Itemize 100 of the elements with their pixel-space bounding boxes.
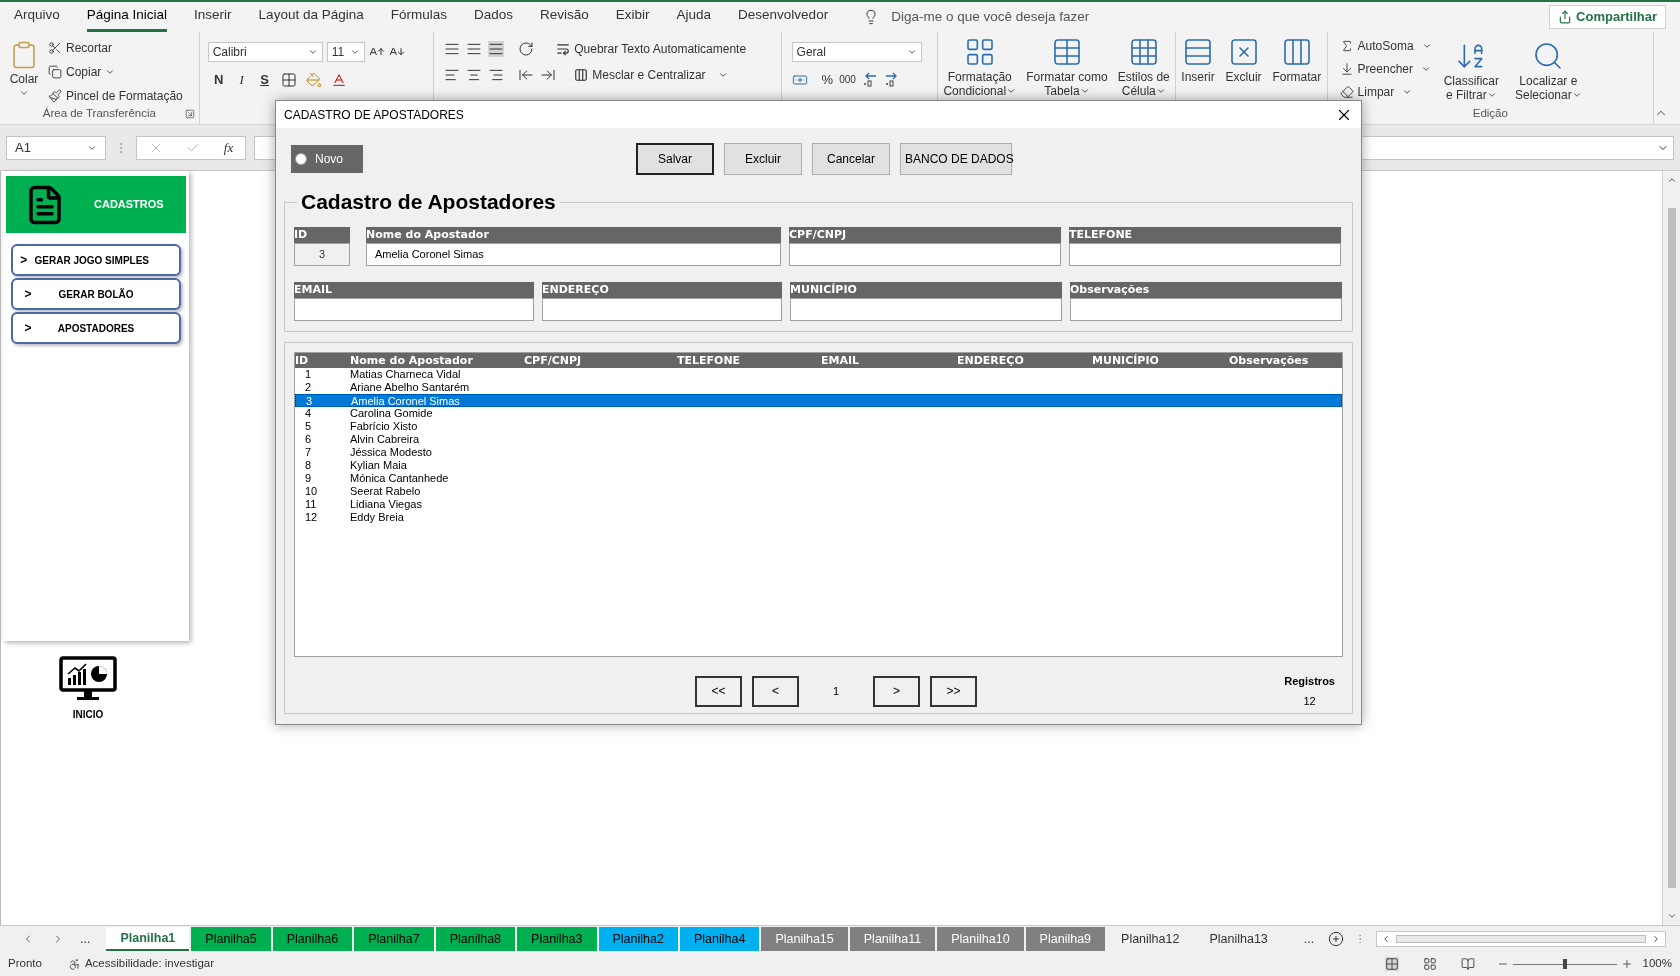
thousands-button[interactable]: 000 [839,72,856,88]
orientation-icon[interactable] [518,41,535,57]
wrap-text-button[interactable]: Quebrar Texto Automaticamente [556,40,747,58]
editing-action[interactable]: Limpar [1339,82,1432,102]
menu-tab[interactable]: Layout da Página [258,2,364,32]
sheet-tab[interactable]: Planilha12 [1107,927,1194,951]
increase-indent-icon[interactable] [540,67,557,83]
align-top-icon[interactable] [444,41,461,57]
increase-decimal-icon[interactable] [861,71,878,88]
styles-button[interactable]: Estilos de Célula [1113,32,1174,124]
menu-tab[interactable]: Exibir [615,2,650,32]
list-row[interactable]: 2 Ariane Abelho Santarém [295,381,1342,394]
more-sheets[interactable]: ... [80,929,91,949]
sheet-tab[interactable]: Planilha13 [1195,927,1282,951]
list-row[interactable]: 10 Seerat Rabelo [295,485,1342,498]
menu-tab[interactable]: Fórmulas [390,2,447,32]
sheet-tab[interactable]: Planilha7 [354,927,434,951]
sheet-tab[interactable]: Planilha15 [761,927,848,951]
sheet-tab[interactable]: Planilha3 [517,927,597,951]
align-right-icon[interactable] [488,67,505,83]
vertical-scrollbar[interactable] [1662,171,1680,925]
launcher-icon[interactable] [184,109,195,119]
font-style-button[interactable]: I [234,70,249,90]
decrease-indent-icon[interactable] [518,67,535,83]
align-center-icon[interactable] [466,67,483,83]
text-field[interactable] [294,298,534,321]
insert-function-button[interactable]: fx [223,137,234,158]
normal-view-icon[interactable] [1384,957,1399,971]
zoom-slider[interactable] [1512,959,1617,969]
text-field[interactable] [542,298,782,321]
more-sheets[interactable]: ... [1303,929,1315,949]
text-field[interactable] [1069,243,1341,266]
dialog-button[interactable]: BANCO DE DADOS [900,143,1012,175]
add-sheet-icon[interactable] [1328,931,1345,947]
menu-tab[interactable]: Desenvolvedor [738,2,829,32]
merge-center-button[interactable]: Mesclar e Centralizar [574,66,728,84]
sheet-tab[interactable]: Planilha9 [1025,927,1106,951]
tell-me-field[interactable]: Diga-me o que você deseja fazer [891,6,1090,28]
page-layout-icon[interactable] [1422,957,1437,971]
sheet-tab[interactable]: Planilha4 [679,927,760,951]
list-row[interactable]: 7 Jéssica Modesto [295,446,1342,459]
styles-button[interactable]: Formatar como Tabela [1022,32,1112,124]
name-box[interactable]: A1 [6,135,106,160]
pagination-button[interactable]: << [695,675,742,707]
list-row[interactable]: 1 Matias Charneca Vidal [295,368,1342,381]
menu-tab[interactable]: Inserir [194,2,232,32]
cells-button[interactable]: Inserir [1177,32,1219,124]
list-row[interactable]: 6 Alvin Cabreira [295,433,1342,446]
sheet-tab[interactable]: Planilha2 [598,927,678,951]
menu-tab[interactable]: Dados [473,2,513,32]
list-row[interactable]: 5 Fabrício Xisto [295,420,1342,433]
monitor-chart-icon[interactable] [59,656,117,702]
list-row[interactable]: 9 Mónica Cantanhede [295,472,1342,485]
text-field[interactable]: Amelia Coronel Simas [366,243,781,266]
align-bottom-icon[interactable] [488,41,505,57]
accessibility-status[interactable]: Acessibilidade: investigar [84,955,214,973]
sheet-tab[interactable]: Planilha11 [849,927,936,951]
page-break-icon[interactable] [1460,957,1475,971]
align-middle-icon[interactable] [466,41,483,57]
sheet-tab[interactable]: Planilha6 [272,927,353,951]
novo-option[interactable]: Novo [291,145,363,173]
sort-filter-button[interactable]: Classificar e Filtrar [1439,36,1503,104]
menu-tab[interactable]: Revisão [540,2,589,32]
cells-button[interactable]: Excluir [1221,32,1266,124]
font-style-button[interactable]: S [257,70,272,90]
find-select-button[interactable]: Localizar e Selecionar [1511,36,1586,104]
pagination-button[interactable]: >> [930,675,977,707]
text-field[interactable] [790,298,1062,321]
pagination-button[interactable]: < [752,675,799,707]
pagination-button[interactable]: > [873,675,920,707]
dialog-button[interactable]: Salvar [636,143,714,175]
text-field[interactable] [1070,298,1342,321]
panel-menu-button[interactable]: > GERAR BOLÃO [11,278,181,310]
menu-tab[interactable]: Arquivo [14,2,60,32]
menu-tab[interactable]: Ajuda [676,2,712,32]
panel-menu-button[interactable]: > APOSTADORES [11,312,181,344]
paste-button[interactable]: Colar [4,36,44,106]
number-format-select[interactable]: Geral [791,42,922,62]
horizontal-scrollbar[interactable] [1376,931,1667,947]
borders-icon[interactable] [280,71,297,88]
align-left-icon[interactable] [444,67,461,83]
styles-button[interactable]: Formatação Condicional [939,32,1021,124]
font-size-select[interactable]: 11 [326,42,365,62]
sheet-tab[interactable]: Planilha10 [937,927,1024,951]
sheet-tab[interactable]: Planilha8 [435,927,516,951]
dialog-button[interactable]: Excluir [724,143,802,175]
font-name-select[interactable]: Calibri [207,42,323,62]
percent-button[interactable]: % [821,70,834,90]
radio-button[interactable] [295,153,307,165]
text-field[interactable] [789,243,1061,266]
list-row[interactable]: 4 Carolina Gomide [295,407,1342,420]
list-row[interactable]: 3 Amelia Coronel Simas [295,394,1342,407]
editing-action[interactable]: Preencher [1339,59,1432,79]
zoom-level[interactable]: 100% [1642,955,1672,973]
cells-button[interactable]: Formatar [1268,32,1326,124]
list-row[interactable]: 8 Kylian Maia [295,459,1342,472]
editing-action[interactable]: AutoSoma [1339,36,1432,56]
sheet-tab[interactable]: Planilha5 [191,927,271,951]
list-row[interactable]: 12 Eddy Breia [295,511,1342,524]
clipboard-action[interactable]: Recortar [48,38,183,58]
